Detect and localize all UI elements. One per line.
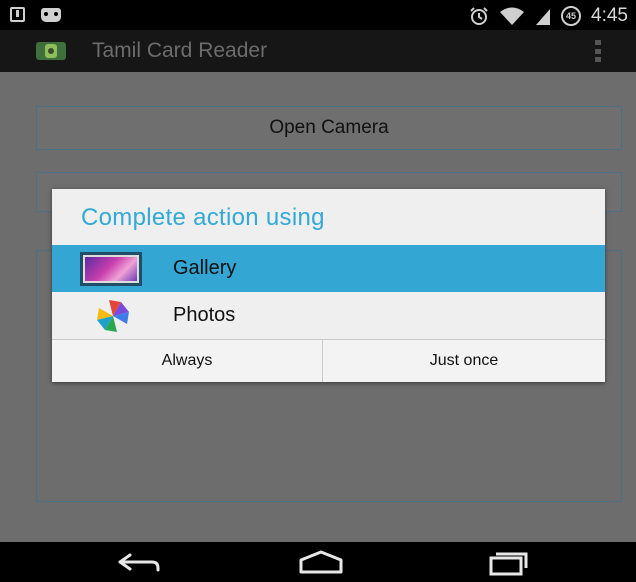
dialog-button-bar: Always Just once [52, 339, 605, 382]
just-once-button[interactable]: Just once [323, 340, 605, 382]
dialog-title: Complete action using [81, 204, 325, 231]
download-icon [10, 7, 25, 22]
clock: 4:45 [591, 5, 628, 26]
option-label: Gallery [173, 257, 237, 279]
battery-icon: 45 [561, 6, 582, 26]
gallery-icon [80, 252, 142, 286]
photos-pinwheel-icon [97, 300, 129, 332]
navigation-bar [0, 542, 636, 582]
alarm-icon [470, 7, 488, 25]
cat-icon [41, 7, 61, 22]
home-icon[interactable] [291, 548, 351, 576]
recents-icon[interactable] [479, 548, 539, 576]
status-bar: 45 4:45 [0, 0, 636, 30]
chooser-dialog: Complete action using Gallery Photos Alw… [52, 189, 605, 382]
option-label: Photos [173, 304, 236, 326]
overflow-menu-icon[interactable] [595, 40, 601, 62]
wifi-icon [500, 7, 525, 25]
back-icon[interactable] [108, 548, 168, 576]
battery-level: 45 [566, 11, 577, 21]
option-gallery[interactable]: Gallery [52, 245, 605, 292]
option-photos[interactable]: Photos [52, 292, 605, 340]
android-app-icon [36, 42, 66, 60]
action-bar: Tamil Card Reader [0, 30, 636, 72]
app-title: Tamil Card Reader [92, 39, 268, 62]
always-button[interactable]: Always [52, 340, 322, 382]
signal-icon [536, 9, 551, 25]
open-camera-button[interactable]: Open Camera [36, 106, 622, 150]
